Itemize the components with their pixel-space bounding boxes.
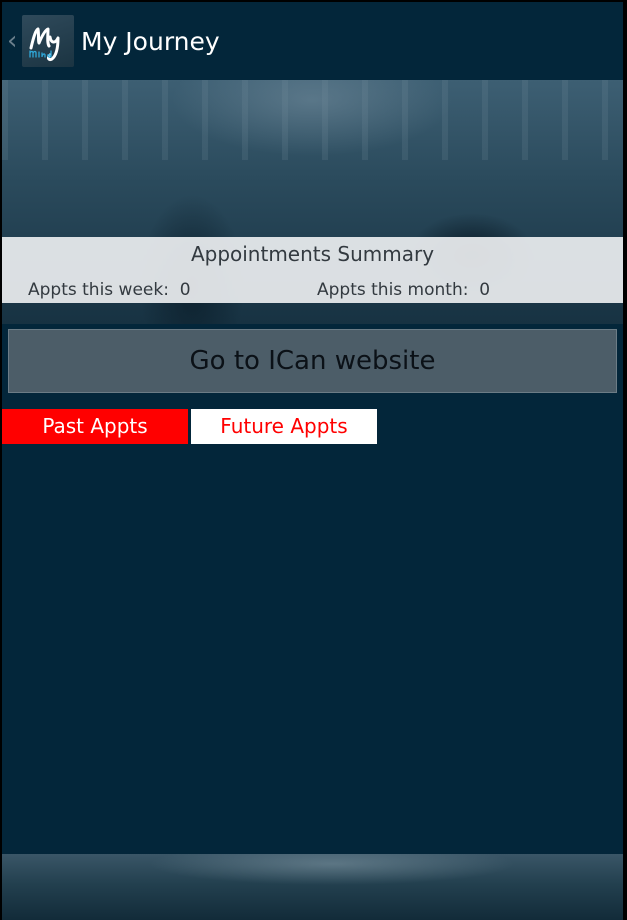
action-bar: ‹ My Journey [2,2,623,80]
week-label: Appts this week: [28,280,169,300]
summary-heading: Appointments Summary [190,242,435,266]
week-value: 0 [179,280,191,300]
appts-this-week: Appts this week: 0 [28,279,191,301]
appts-this-month: Appts this month: 0 [317,279,490,301]
app-logo[interactable] [22,15,74,67]
hero-background-lights [2,80,623,160]
app-screen: ‹ My Journey Appointments Summary Appts … [2,2,623,920]
go-to-website-button[interactable]: Go to ICan website [8,329,617,393]
tab-future-appts[interactable]: Future Appts [191,409,377,444]
bottom-background-image [2,854,623,920]
hero-image: Appointments Summary Appts this week: 0 … [2,80,623,324]
back-chevron-icon[interactable]: ‹ [7,26,21,56]
tab-past-appts[interactable]: Past Appts [2,409,188,444]
month-value: 0 [479,280,491,300]
month-label: Appts this month: [317,280,469,300]
page-title: My Journey [81,27,220,56]
my-mind-logo-icon [29,27,60,62]
appointments-summary-panel: Appointments Summary Appts this week: 0 … [2,237,623,303]
